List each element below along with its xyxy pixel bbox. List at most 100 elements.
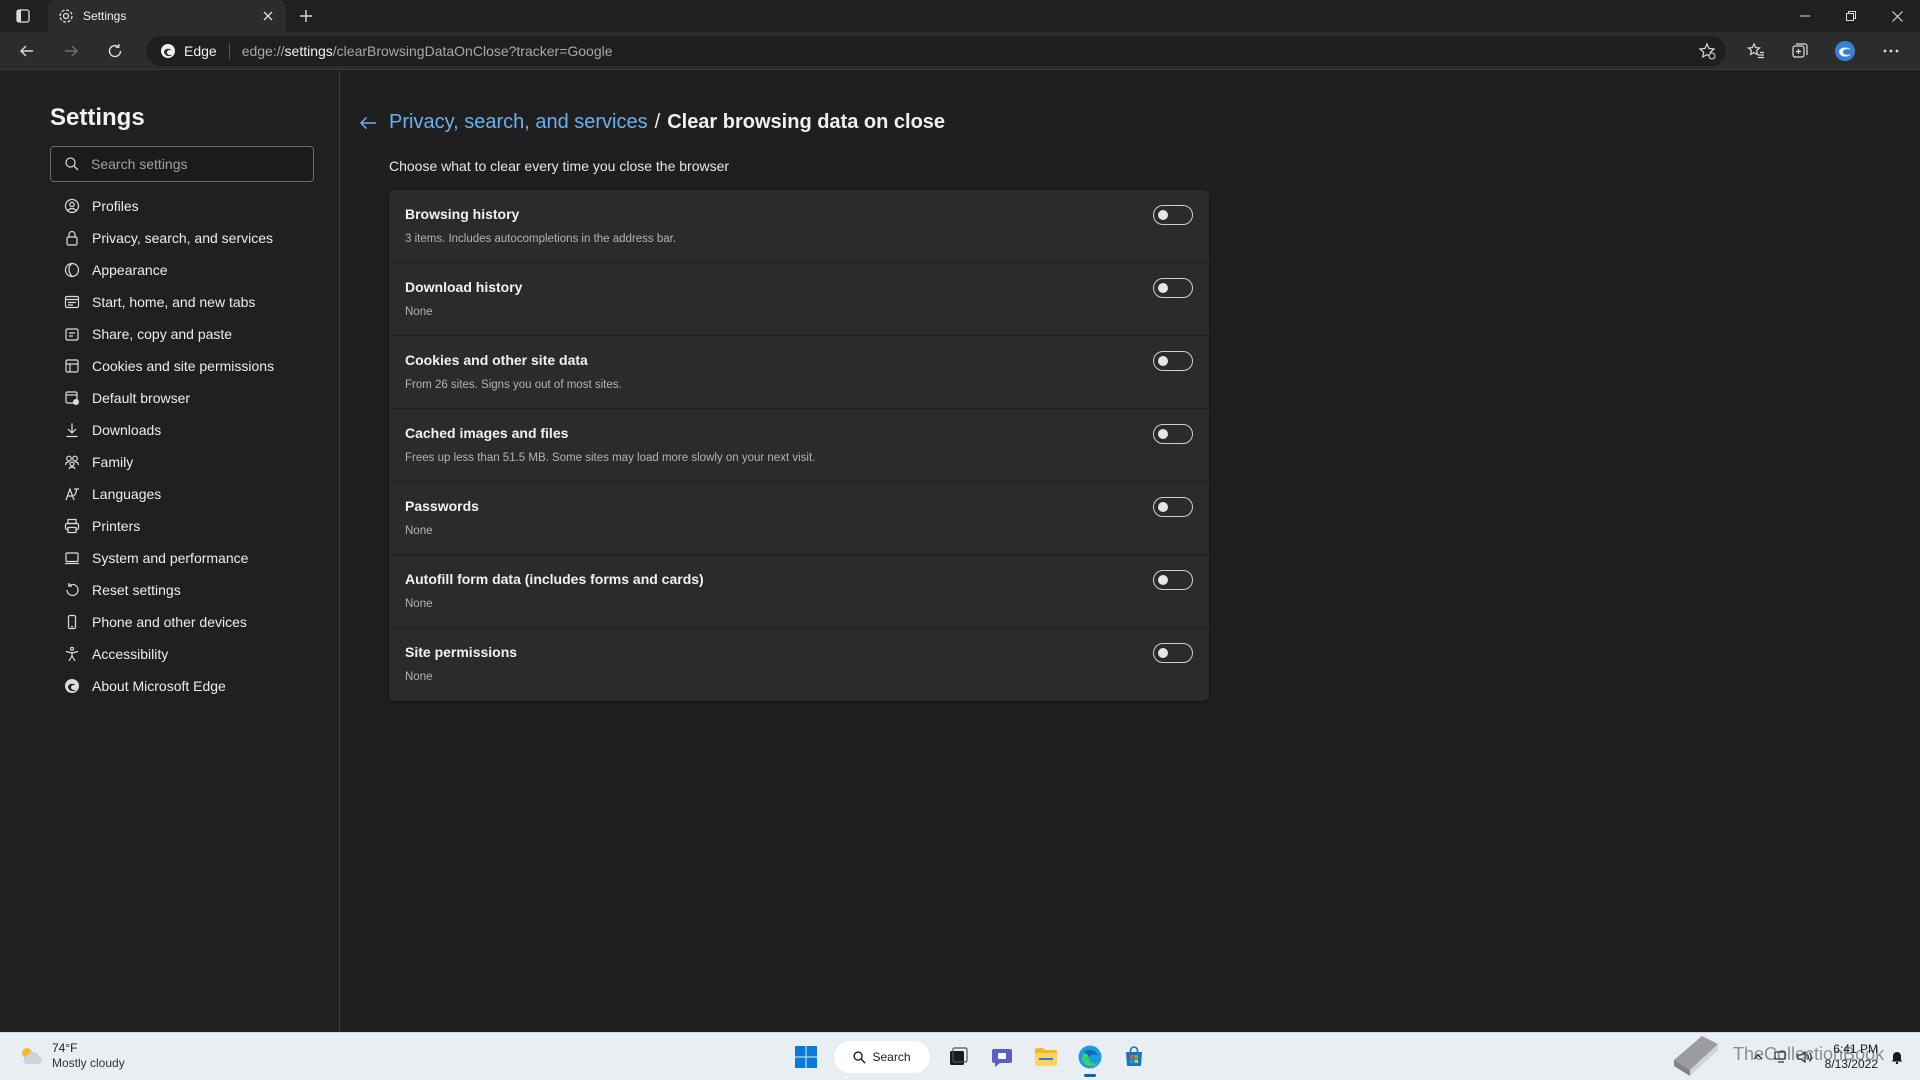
cached-images-toggle[interactable] [1153, 424, 1193, 444]
option-title: Browsing history [405, 206, 520, 222]
sidebar-item-printers[interactable]: Printers [52, 510, 332, 542]
option-description: None [405, 598, 433, 610]
more-icon [1883, 49, 1899, 53]
sidebar-item-start-home[interactable]: Start, home, and new tabs [52, 286, 332, 318]
collections-icon [1792, 43, 1808, 58]
back-arrow-icon [20, 45, 33, 57]
option-description: 3 items. Includes autocompletions in the… [405, 233, 677, 245]
browser-toolbar: Edge edge://settings/clearBrowsingDataOn… [0, 32, 1920, 70]
autofill-toggle[interactable] [1153, 570, 1193, 590]
sidebar-item-reset[interactable]: Reset settings [52, 574, 332, 606]
sidebar-item-system[interactable]: System and performance [52, 542, 332, 574]
gear-icon [58, 8, 74, 24]
passwords-toggle[interactable] [1153, 497, 1193, 517]
tab-bar: Settings [0, 0, 1920, 32]
site-permissions-toggle[interactable] [1153, 643, 1193, 663]
forward-arrow-icon [65, 45, 78, 57]
sidebar-item-default-browser[interactable]: Default browser [52, 382, 332, 414]
weather-text: 74°F Mostly cloudy [52, 1041, 125, 1071]
tab-settings[interactable]: Settings [48, 0, 286, 32]
option-row-passwords: Passwords None [389, 482, 1209, 555]
browsing-history-toggle[interactable] [1153, 205, 1193, 225]
back-button[interactable] [12, 37, 42, 65]
tab-actions-button[interactable] [8, 4, 38, 28]
appearance-icon [64, 262, 80, 278]
new-tab-button[interactable] [292, 4, 320, 28]
weather-widget[interactable]: 74°F Mostly cloudy [18, 1041, 125, 1071]
add-favorite-icon[interactable] [1698, 42, 1716, 60]
option-row-autofill: Autofill form data (includes forms and c… [389, 555, 1209, 628]
forward-button[interactable] [56, 37, 86, 65]
edge-taskbar-button[interactable] [1072, 1039, 1108, 1077]
search-settings-input[interactable] [91, 156, 291, 172]
start-button[interactable] [788, 1039, 824, 1075]
favorites-icon [1747, 42, 1764, 59]
sidebar-item-downloads[interactable]: Downloads [52, 414, 332, 446]
file-explorer-button[interactable] [1028, 1039, 1064, 1075]
option-description: None [405, 525, 433, 537]
toggle-knob [1158, 210, 1168, 220]
back-to-privacy-button[interactable] [357, 112, 379, 134]
taskbar-search[interactable]: Search [834, 1041, 930, 1073]
sidebar-item-accessibility[interactable]: Accessibility [52, 638, 332, 670]
lock-icon [64, 230, 80, 246]
sidebar-item-about[interactable]: About Microsoft Edge [52, 670, 332, 702]
option-title: Site permissions [405, 644, 518, 660]
favorites-button[interactable] [1741, 37, 1771, 65]
sidebar-item-label: Downloads [92, 422, 162, 438]
sidebar-item-label: Default browser [92, 390, 191, 406]
url-scheme: edge:// [241, 43, 285, 59]
minimize-button[interactable] [1782, 0, 1828, 32]
store-icon [1126, 1046, 1142, 1066]
sidebar-item-label: Phone and other devices [92, 614, 247, 630]
cookies-toggle[interactable] [1153, 351, 1193, 371]
notification-icon[interactable] [1888, 1050, 1906, 1064]
cookies-icon [64, 358, 80, 374]
task-view-button[interactable] [940, 1039, 976, 1075]
option-row-site-permissions: Site permissions None [389, 628, 1209, 701]
partly-cloudy-icon [22, 1048, 42, 1064]
sidebar-item-languages[interactable]: Languages [52, 478, 332, 510]
share-icon [64, 326, 80, 342]
url-path: /clearBrowsingDataOnClose?tracker=Google [332, 43, 613, 59]
close-window-button[interactable] [1874, 0, 1920, 32]
clear-on-close-options: Browsing history 3 items. Includes autoc… [389, 190, 1209, 701]
sidebar-item-share[interactable]: Share, copy and paste [52, 318, 332, 350]
toggle-knob [1158, 575, 1168, 585]
sidebar-item-phone[interactable]: Phone and other devices [52, 606, 332, 638]
reset-icon [64, 582, 80, 598]
toggle-knob [1158, 502, 1168, 512]
sidebar-item-privacy[interactable]: Privacy, search, and services [52, 222, 332, 254]
restore-icon [1846, 11, 1856, 21]
sidebar-item-family[interactable]: Family [52, 446, 332, 478]
sidebar-item-appearance[interactable]: Appearance [52, 254, 332, 286]
weather-condition: Mostly cloudy [52, 1056, 125, 1070]
minimize-icon [1800, 15, 1810, 17]
languages-icon [64, 486, 80, 502]
tab-title: Settings [83, 9, 127, 23]
close-tab-icon[interactable] [260, 8, 276, 24]
page-title: Clear browsing data on close [667, 111, 946, 133]
store-button[interactable] [1116, 1039, 1152, 1075]
profile-button[interactable] [1830, 37, 1860, 65]
more-options-button[interactable] [1876, 37, 1906, 65]
download-icon [64, 422, 80, 438]
toggle-knob [1158, 283, 1168, 293]
windows-logo-icon [795, 1046, 817, 1068]
download-history-toggle[interactable] [1153, 278, 1193, 298]
site-identity[interactable]: Edge [160, 43, 217, 59]
sidebar-item-label: Appearance [92, 262, 168, 278]
sidebar-item-profiles[interactable]: Profiles [52, 190, 332, 222]
printer-icon [64, 518, 80, 534]
refresh-button[interactable] [100, 37, 130, 65]
option-title: Cached images and files [405, 425, 569, 441]
teams-chat-button[interactable] [984, 1039, 1020, 1075]
restore-button[interactable] [1828, 0, 1874, 32]
address-bar[interactable]: Edge edge://settings/clearBrowsingDataOn… [146, 36, 1726, 66]
search-settings-box[interactable] [50, 146, 314, 182]
sidebar-item-cookies[interactable]: Cookies and site permissions [52, 350, 332, 382]
profile-avatar-icon [1835, 41, 1855, 61]
breadcrumb-parent-link[interactable]: Privacy, search, and services [389, 111, 648, 134]
collections-button[interactable] [1785, 37, 1815, 65]
windows-taskbar: 74°F Mostly cloudy Search 6:41 PM 8/13/2… [0, 1032, 1920, 1080]
